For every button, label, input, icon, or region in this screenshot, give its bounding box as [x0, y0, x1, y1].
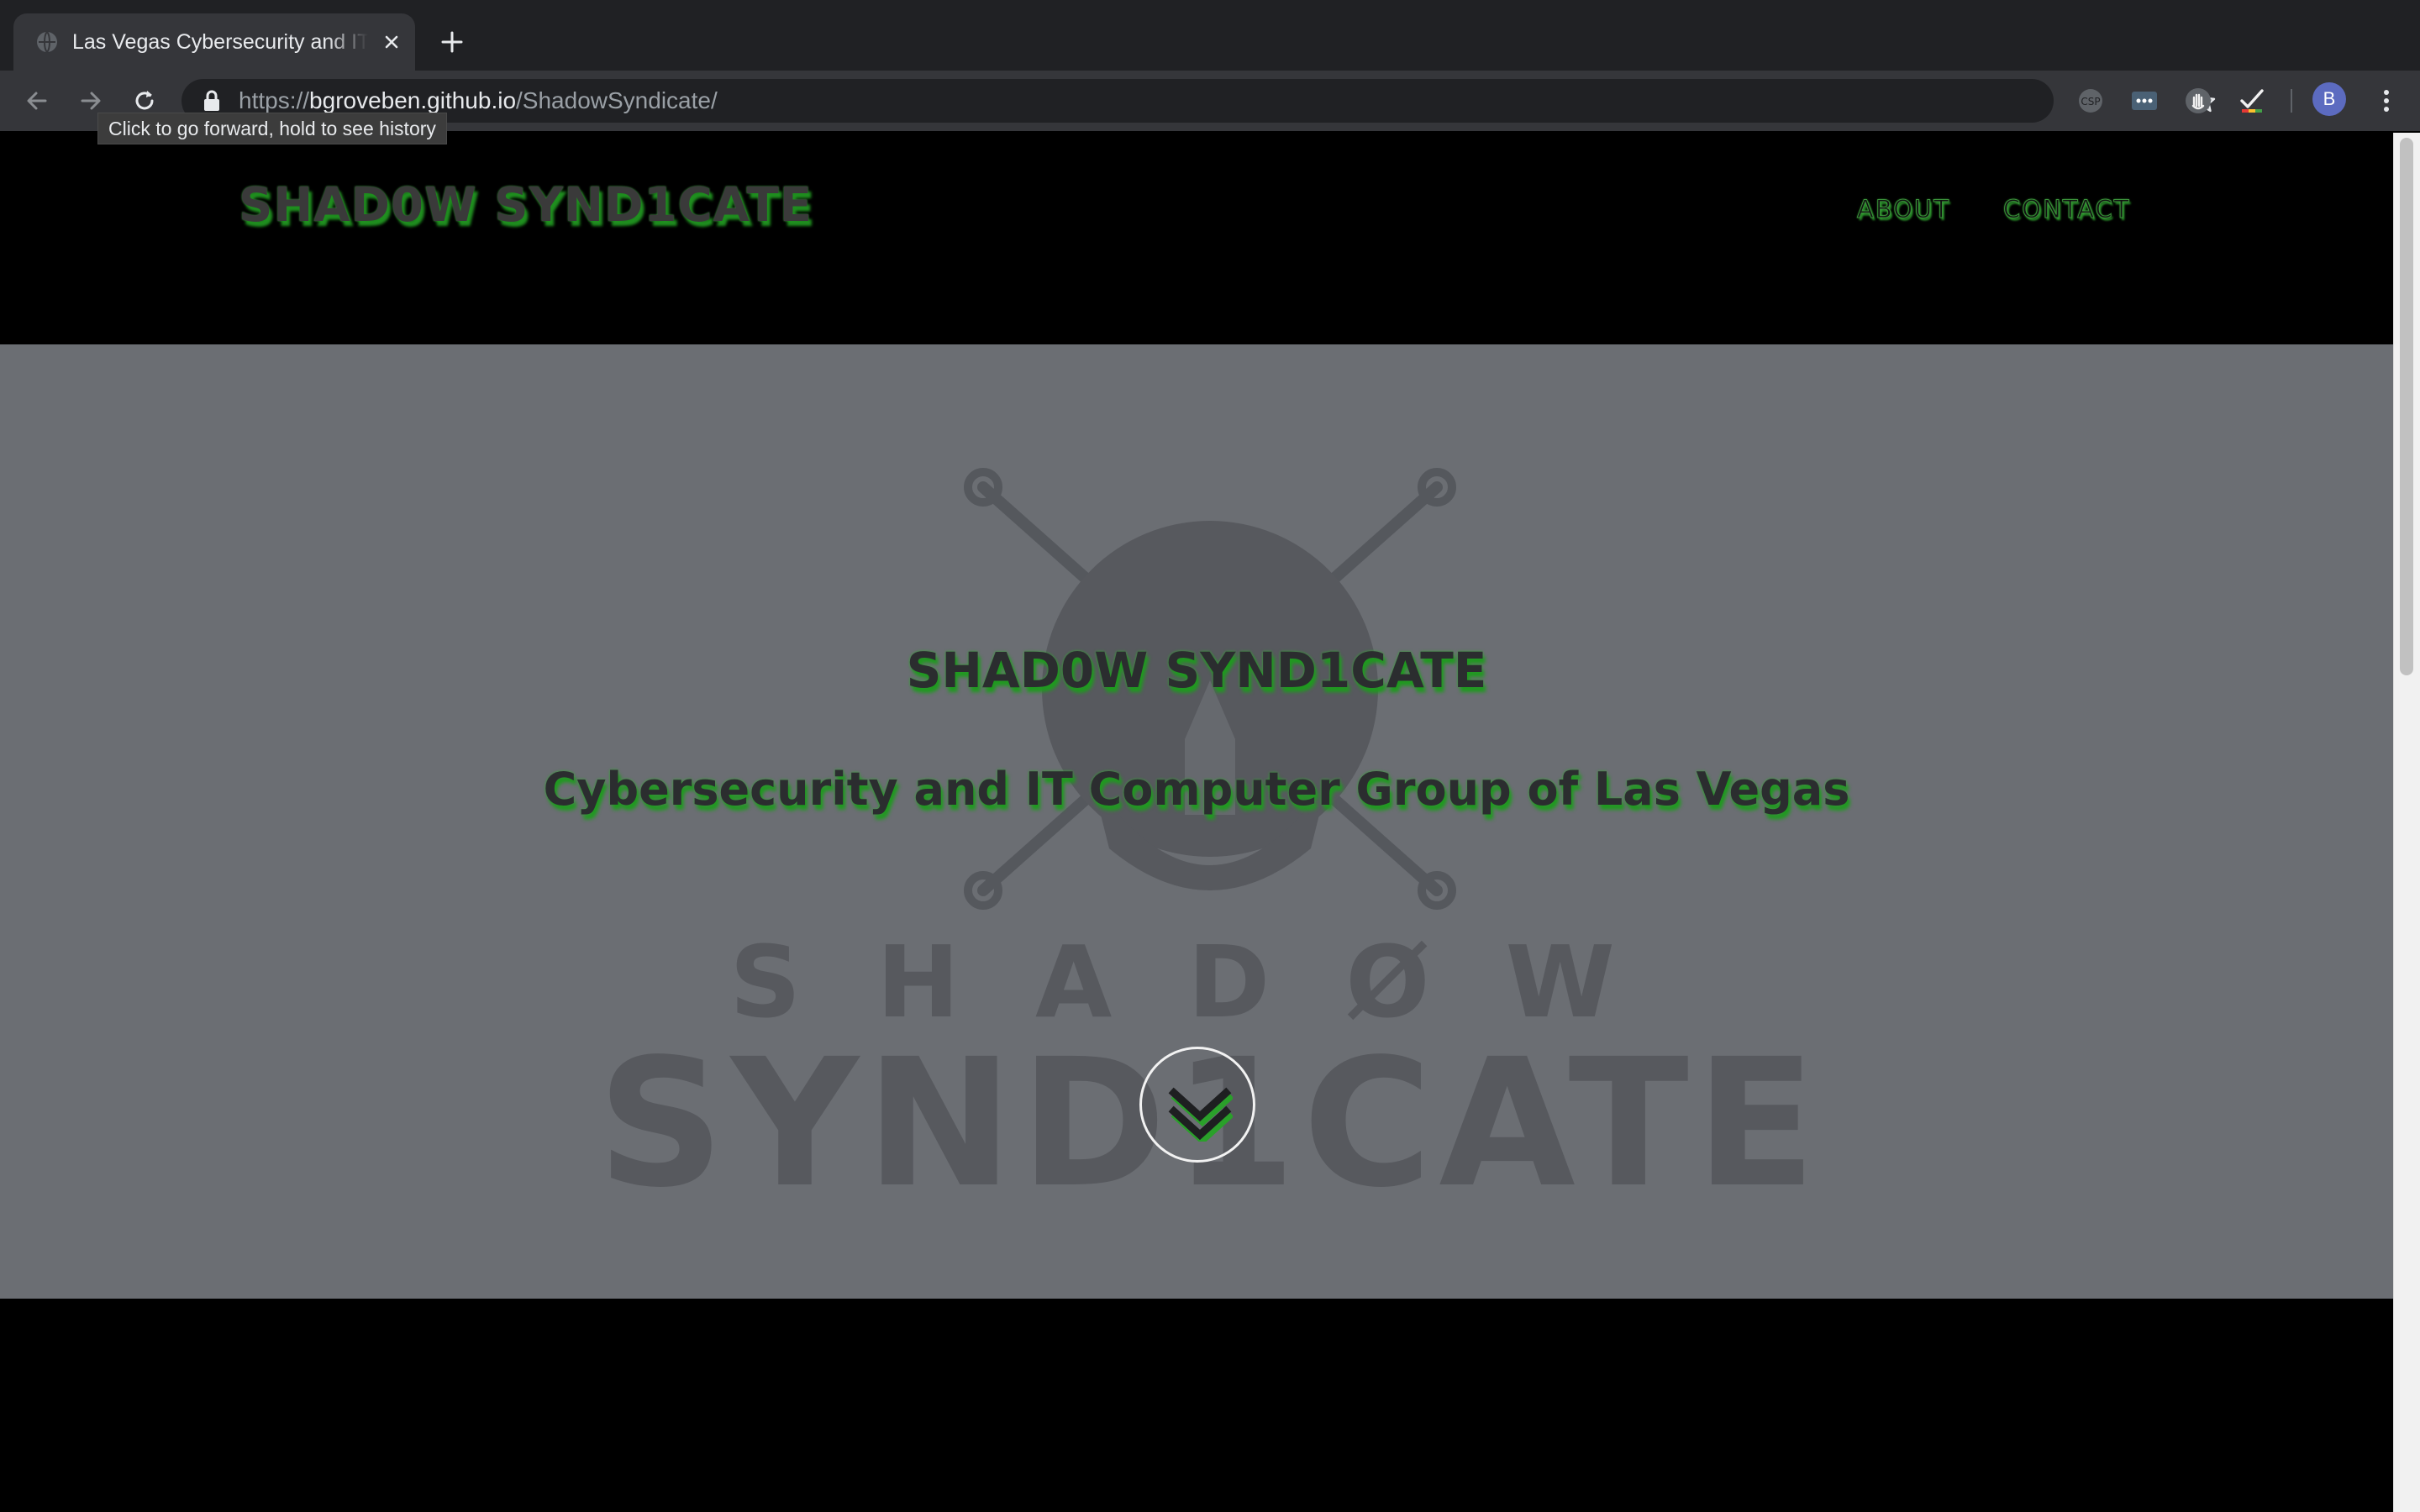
browser-tab[interactable]: Las Vegas Cybersecurity and IT Computer …	[13, 13, 415, 71]
page-scrollbar[interactable]	[2393, 133, 2420, 1512]
scroll-down-button[interactable]	[1139, 1047, 1255, 1163]
extension-hand-icon[interactable]	[2183, 86, 2213, 116]
page-viewport: SHAD0W SYND1CATE ABOUT CONTACT SHADØW SY…	[0, 133, 2393, 1512]
hero-title: SHAD0W SYND1CATE	[906, 642, 1487, 699]
more-menu-icon[interactable]	[2371, 86, 2402, 116]
site-brand[interactable]: SHAD0W SYND1CATE	[239, 178, 813, 233]
scrollbar-thumb[interactable]	[2400, 138, 2413, 675]
forward-tooltip: Click to go forward, hold to see history	[97, 113, 447, 144]
browser-tab-strip: Las Vegas Cybersecurity and IT Computer …	[0, 0, 2420, 71]
hero-subtitle: Cybersecurity and IT Computer Group of L…	[543, 763, 1850, 816]
reload-icon[interactable]	[129, 86, 160, 116]
nav-link-contact[interactable]: CONTACT	[2003, 195, 2131, 224]
extension-dots-icon[interactable]	[2129, 86, 2160, 116]
hero-section: SHADØW SYND1CATE SHAD0W SYND1CATE Cybers…	[0, 344, 2393, 1299]
extension-checkmark-icon[interactable]	[2237, 86, 2267, 116]
new-tab-plus-icon[interactable]	[435, 25, 469, 59]
close-tab-icon[interactable]	[380, 30, 403, 54]
globe-icon	[37, 31, 57, 53]
forward-arrow-icon[interactable]	[76, 86, 106, 116]
profile-avatar[interactable]: B	[2312, 82, 2346, 116]
svg-text:CSP: CSP	[2081, 96, 2100, 108]
extension-eye-icon[interactable]: CSP	[2075, 86, 2106, 116]
lock-icon[interactable]	[202, 90, 222, 112]
toolbar-divider	[2291, 89, 2292, 113]
back-arrow-icon[interactable]	[22, 86, 52, 116]
tab-title: Las Vegas Cybersecurity and IT Computer …	[72, 30, 368, 54]
double-chevron-down-icon	[1168, 1087, 1233, 1142]
nav-link-about[interactable]: ABOUT	[1857, 195, 1950, 224]
url-host: bgroveben.github.io	[309, 87, 517, 113]
url-path: /ShadowSyndicate/	[516, 87, 718, 113]
address-bar[interactable]: https://bgroveben.github.io/ShadowSyndic…	[182, 79, 2216, 123]
url-scheme: https://	[239, 87, 310, 113]
site-navbar: SHAD0W SYND1CATE ABOUT CONTACT	[0, 133, 2393, 344]
